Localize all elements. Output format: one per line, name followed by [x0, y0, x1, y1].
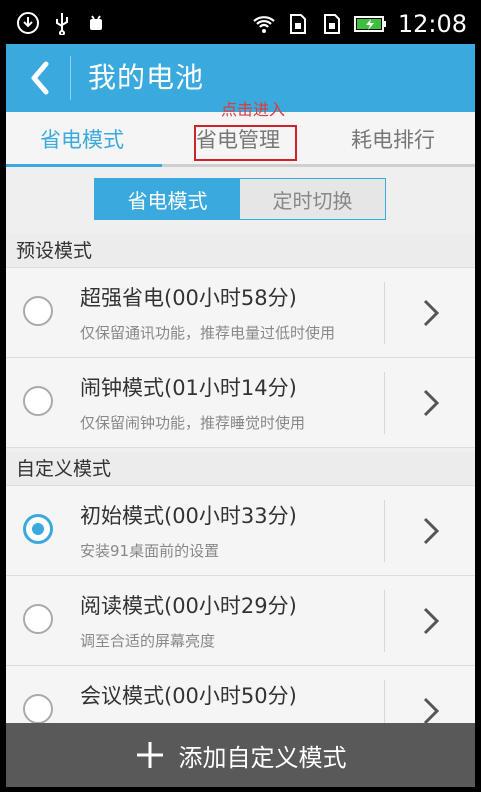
- radio-button[interactable]: [23, 386, 53, 416]
- radio-button-checked[interactable]: [23, 514, 53, 544]
- item-divider: [384, 372, 385, 434]
- page-title: 我的电池: [88, 61, 205, 94]
- list-item[interactable]: 超强省电(00小时58分) 仅保留通讯功能，推荐电量过低时使用: [6, 268, 475, 358]
- status-left-icons: [16, 11, 108, 35]
- status-bar: 12:08: [6, 4, 475, 44]
- mode-segmented-control: 省电模式 定时切换: [94, 178, 386, 220]
- wifi-icon: [253, 16, 275, 33]
- tab-power-save-mode[interactable]: 省电模式: [40, 124, 124, 154]
- item-divider: [384, 282, 385, 344]
- annotation-label: 点击进入: [221, 100, 286, 119]
- chevron-right-icon[interactable]: [422, 298, 440, 328]
- tab-consumption-ranking[interactable]: 耗电排行: [351, 124, 435, 154]
- sim-icon: [289, 14, 306, 34]
- chevron-right-icon[interactable]: [422, 388, 440, 418]
- download-icon: [17, 12, 39, 34]
- segment-timed-switch[interactable]: 定时切换: [240, 179, 385, 219]
- sim-icon: [323, 14, 340, 34]
- section-header-custom: 自定义模式: [6, 452, 475, 486]
- item-title: 阅读模式(00小时29分): [80, 594, 297, 618]
- chevron-right-icon[interactable]: [422, 696, 440, 726]
- item-title: 闹钟模式(01小时14分): [80, 376, 297, 400]
- item-subtitle: 仅保留闹钟功能，推荐睡觉时使用: [80, 414, 306, 432]
- item-subtitle: 安装91桌面前的设置: [80, 542, 220, 560]
- battery-charging-icon: [353, 16, 386, 32]
- item-title: 超强省电(00小时58分): [80, 286, 297, 310]
- add-custom-mode-label: 添加自定义模式: [178, 743, 347, 772]
- android-debug-icon: [90, 15, 102, 30]
- radio-button[interactable]: [23, 694, 53, 724]
- radio-button[interactable]: [23, 296, 53, 326]
- list-item[interactable]: 闹钟模式(01小时14分) 仅保留闹钟功能，推荐睡觉时使用: [6, 358, 475, 448]
- clock: 12:08: [397, 10, 467, 38]
- section-header-preset: 预设模式: [6, 234, 475, 268]
- list-item[interactable]: 阅读模式(00小时29分) 调至合适的屏幕亮度: [6, 576, 475, 666]
- segment-power-save-mode[interactable]: 省电模式: [95, 179, 240, 219]
- chevron-right-icon[interactable]: [422, 516, 440, 546]
- back-arrow-icon[interactable]: [26, 58, 54, 98]
- radio-button[interactable]: [23, 604, 53, 634]
- item-title: 会议模式(00小时50分): [80, 684, 297, 708]
- item-title: 初始模式(00小时33分): [80, 504, 297, 528]
- plus-icon: [136, 742, 163, 768]
- app-frame: 12:08 我的电池 省电模式 省电管理 耗电排行 点击进入 省电模式 定时切换…: [6, 4, 475, 787]
- status-right-icons: 12:08: [252, 10, 467, 38]
- annotation-highlight-box: [194, 125, 297, 161]
- item-divider: [384, 500, 385, 562]
- chevron-right-icon[interactable]: [422, 606, 440, 636]
- item-subtitle: 调至合适的屏幕亮度: [80, 632, 216, 650]
- active-tab-indicator: [6, 164, 162, 167]
- usb-icon: [56, 13, 68, 35]
- item-divider: [384, 590, 385, 652]
- add-custom-mode-button[interactable]: 添加自定义模式: [6, 723, 475, 787]
- title-separator: [70, 56, 71, 100]
- item-subtitle: 仅保留通讯功能，推荐电量过低时使用: [80, 324, 336, 342]
- list-item[interactable]: 初始模式(00小时33分) 安装91桌面前的设置: [6, 486, 475, 576]
